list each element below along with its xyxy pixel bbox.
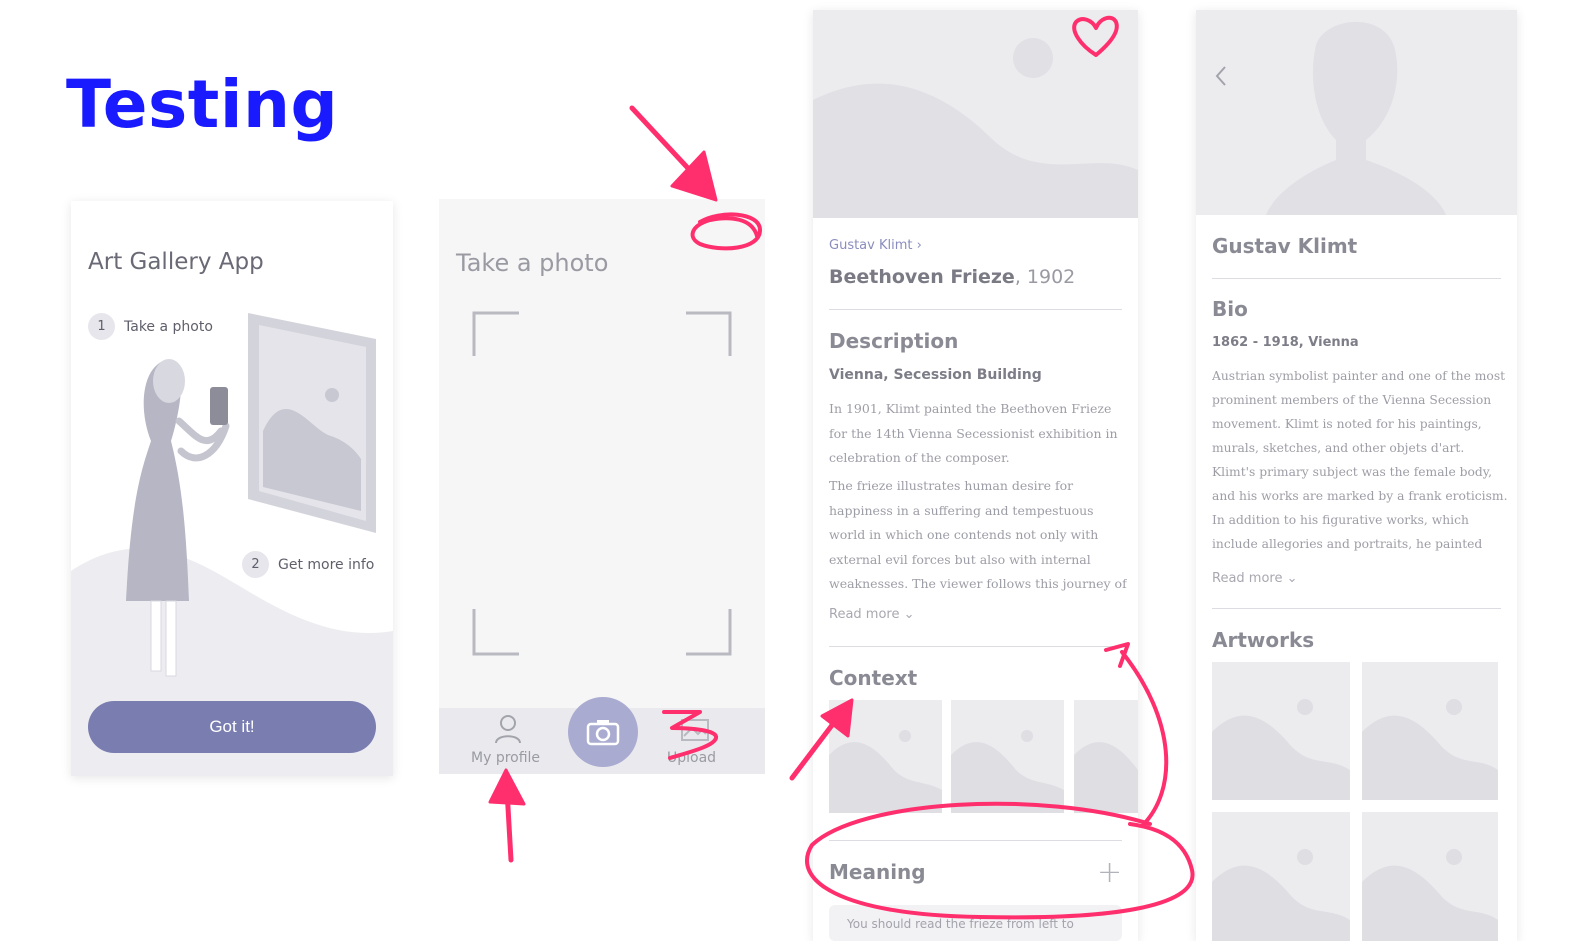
capture-button[interactable]	[568, 697, 638, 767]
my-profile-tab[interactable]: My profile	[471, 750, 540, 766]
got-it-button[interactable]: Got it!	[88, 701, 376, 753]
artwork-hero-image	[813, 10, 1138, 218]
page-title: Testing	[66, 66, 339, 143]
divider	[1212, 278, 1501, 279]
step-number: 2	[242, 551, 269, 578]
context-thumbnail[interactable]	[829, 700, 942, 813]
meaning-panel: You should read the frieze from left to	[829, 905, 1122, 941]
context-thumbnail[interactable]	[1074, 700, 1138, 813]
back-chevron-icon[interactable]	[1214, 65, 1228, 87]
divider	[829, 646, 1122, 647]
step-label: Get more info	[278, 556, 375, 573]
app-title: Art Gallery App	[88, 249, 264, 275]
artist-name: Gustav Klimt	[1212, 234, 1358, 258]
camera-icon	[586, 720, 620, 746]
context-heading: Context	[829, 666, 918, 690]
viewfinder-frame	[472, 311, 732, 656]
camera-title: Take a photo	[456, 249, 609, 277]
onboarding-screen: Art Gallery App 1 Take a photo 2 Get mor…	[71, 201, 393, 776]
onboarding-illustration	[71, 313, 393, 776]
upload-tab[interactable]: Upload	[667, 750, 716, 766]
location-subtitle: Vienna, Secession Building	[829, 367, 1042, 383]
step-get-info: 2 Get more info	[242, 551, 374, 578]
description-heading: Description	[829, 329, 959, 353]
artwork-year: , 1902	[1014, 266, 1076, 288]
bio-dates: 1862 - 1918, Vienna	[1212, 335, 1359, 350]
artwork-name: Beethoven Frieze	[829, 266, 1015, 288]
plus-icon[interactable]: +	[1097, 855, 1122, 890]
step-take-photo: 1 Take a photo	[88, 313, 213, 340]
artwork-thumbnail[interactable]	[1212, 812, 1350, 941]
divider	[829, 840, 1122, 841]
artwork-title: Beethoven Frieze, 1902	[829, 266, 1075, 288]
divider	[1212, 608, 1501, 609]
artist-hero-image	[1196, 10, 1517, 215]
artwork-thumbnail[interactable]	[1212, 662, 1350, 800]
context-thumbnail[interactable]	[951, 700, 1064, 813]
meaning-heading[interactable]: Meaning	[829, 860, 926, 884]
bio-heading: Bio	[1212, 297, 1248, 321]
meaning-snippet: You should read the frieze from left to	[847, 917, 1074, 931]
person-icon[interactable]	[494, 714, 522, 744]
artwork-detail-screen: Gustav Klimt › Beethoven Frieze, 1902 De…	[813, 10, 1138, 941]
read-more-link[interactable]: Read more ⌄	[1212, 571, 1298, 586]
upload-icon[interactable]	[680, 716, 710, 742]
step-number: 1	[88, 313, 115, 340]
step-label: Take a photo	[124, 318, 213, 335]
description-paragraph: In 1901, Klimt painted the Beethoven Fri…	[829, 401, 1118, 465]
breadcrumb[interactable]: Gustav Klimt ›	[829, 238, 922, 253]
camera-screen: Take a photo My profile Upload	[439, 199, 765, 774]
artwork-thumbnail[interactable]	[1362, 662, 1498, 800]
artwork-thumbnail[interactable]	[1362, 812, 1498, 941]
bio-paragraph: Austrian symbolist painter and one of th…	[1212, 369, 1508, 551]
divider	[829, 309, 1122, 310]
artist-bio-screen: Gustav Klimt Bio 1862 - 1918, Vienna Aus…	[1196, 10, 1517, 941]
read-more-link[interactable]: Read more ⌄	[829, 607, 915, 622]
description-paragraph: The frieze illustrates human desire for …	[829, 478, 1127, 591]
artworks-heading: Artworks	[1212, 628, 1315, 652]
